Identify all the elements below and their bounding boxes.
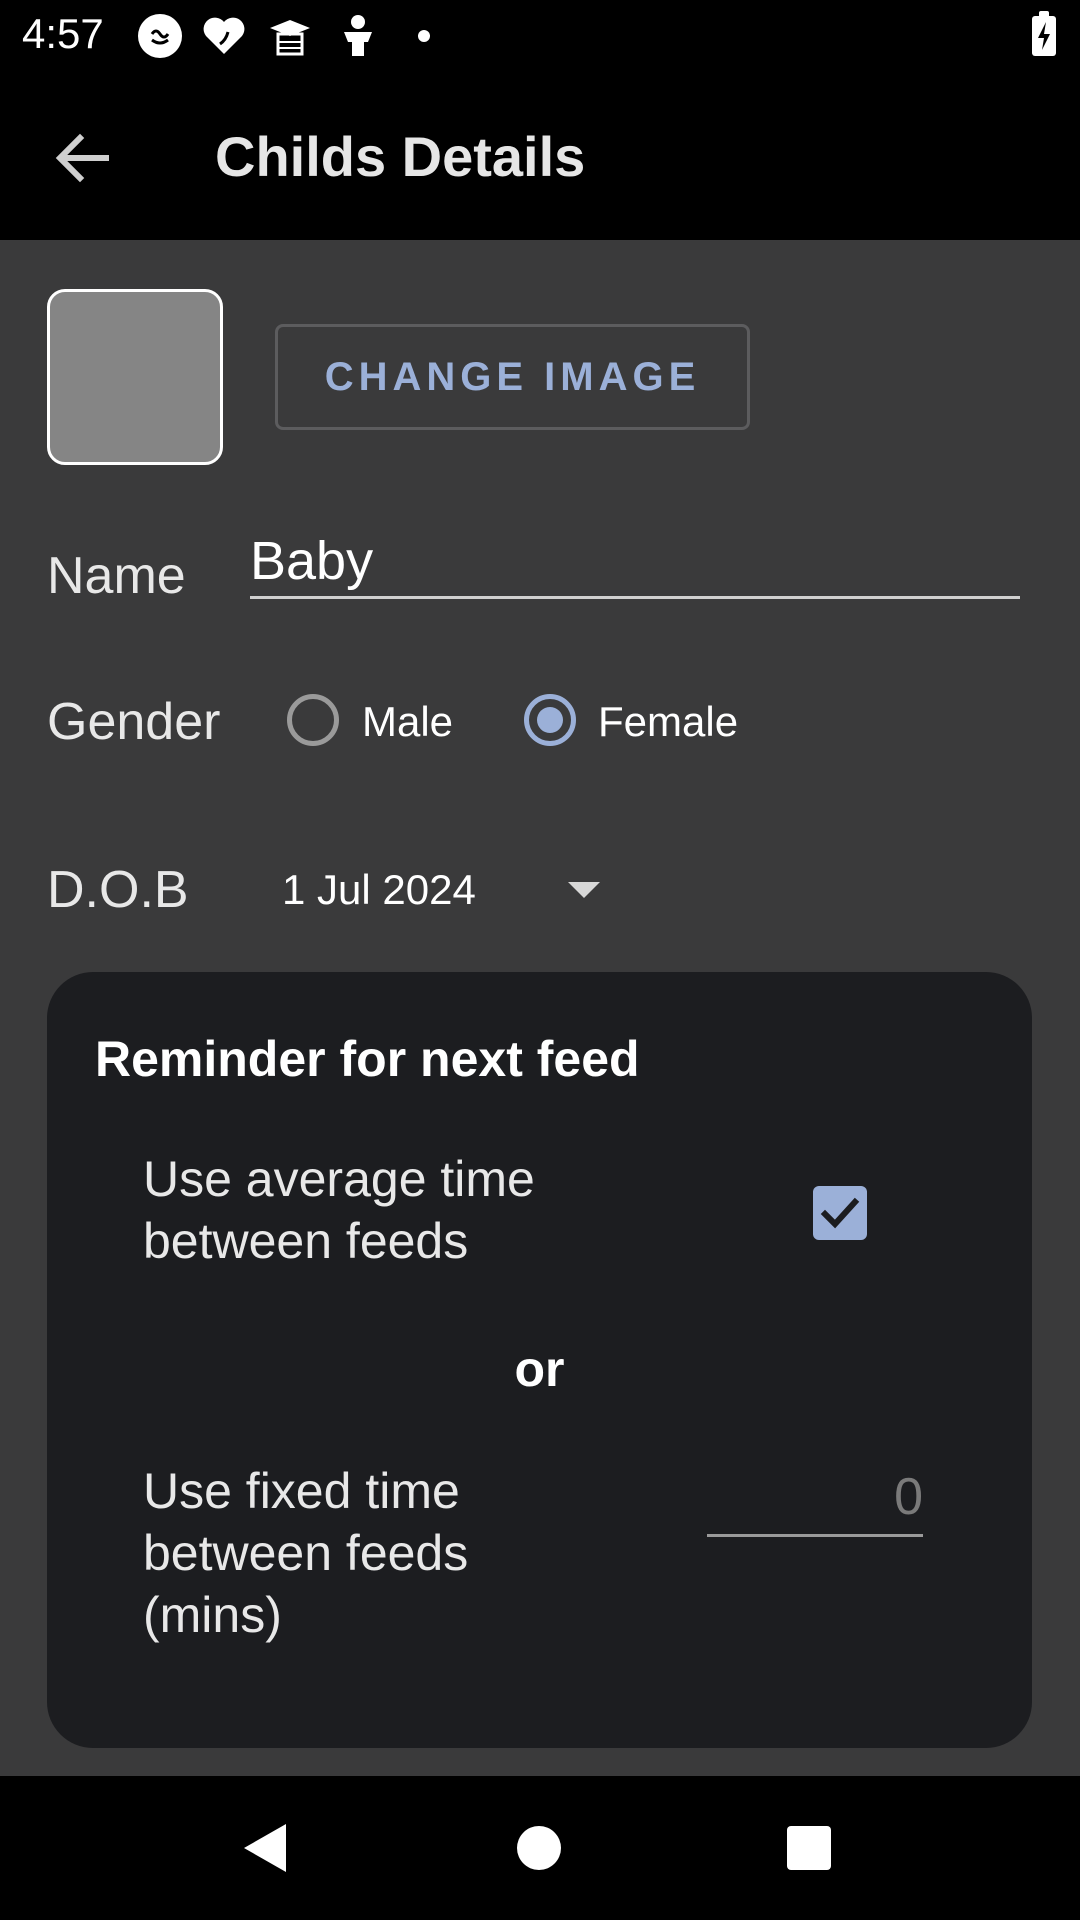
reminder-title: Reminder for next feed xyxy=(95,1031,640,1087)
battery-charging-icon xyxy=(1032,11,1056,56)
name-label: Name xyxy=(47,547,186,605)
home-nav-icon[interactable] xyxy=(503,1812,575,1884)
change-image-button[interactable]: CHANGE IMAGE xyxy=(275,324,750,430)
reminder-card: Reminder for next feed Use average time … xyxy=(47,972,1032,1748)
dob-label: D.O.B xyxy=(47,861,189,919)
app-bar: Childs Details xyxy=(0,72,1080,240)
fixed-time-line: between feeds xyxy=(143,1525,469,1581)
fixed-time-input[interactable]: 0 xyxy=(707,1462,923,1537)
heart-icon xyxy=(200,12,248,60)
arrow-back-icon[interactable] xyxy=(50,126,114,190)
recents-nav-icon[interactable] xyxy=(773,1812,845,1884)
baby-icon xyxy=(334,12,382,60)
avatar[interactable] xyxy=(47,289,223,465)
status-time: 4:57 xyxy=(22,10,104,57)
dob-dropdown[interactable]: 1 Jul 2024 xyxy=(282,866,476,914)
notification-dot-icon xyxy=(418,30,430,42)
graduation-cap-icon xyxy=(266,12,314,60)
status-bar: 4:57 xyxy=(0,0,1080,72)
average-time-line: between feeds xyxy=(143,1213,469,1269)
page-title: Childs Details xyxy=(215,125,586,188)
average-time-line: Use average time xyxy=(143,1151,535,1207)
child-details-form: CHANGE IMAGE Name Baby Gender Male Femal… xyxy=(0,240,1080,1776)
or-label: or xyxy=(514,1341,565,1397)
gender-label: Gender xyxy=(47,693,221,751)
baby-face-icon xyxy=(136,12,184,60)
fixed-time-line: Use fixed time xyxy=(143,1463,460,1519)
gender-male-label[interactable]: Male xyxy=(362,698,453,746)
system-nav-bar xyxy=(0,1776,1080,1920)
name-input[interactable]: Baby xyxy=(250,530,1020,599)
fixed-time-label: Use fixed time between feeds (mins) xyxy=(143,1460,468,1646)
back-nav-icon[interactable] xyxy=(230,1812,302,1884)
gender-female-radio[interactable] xyxy=(524,694,576,746)
average-time-label: Use average time between feeds xyxy=(143,1148,535,1272)
average-time-checkbox[interactable] xyxy=(813,1186,867,1240)
fixed-time-line: (mins) xyxy=(143,1587,282,1643)
gender-female-label[interactable]: Female xyxy=(598,698,738,746)
gender-male-radio[interactable] xyxy=(287,694,339,746)
check-icon xyxy=(820,1197,860,1229)
chevron-down-icon[interactable] xyxy=(568,882,600,898)
